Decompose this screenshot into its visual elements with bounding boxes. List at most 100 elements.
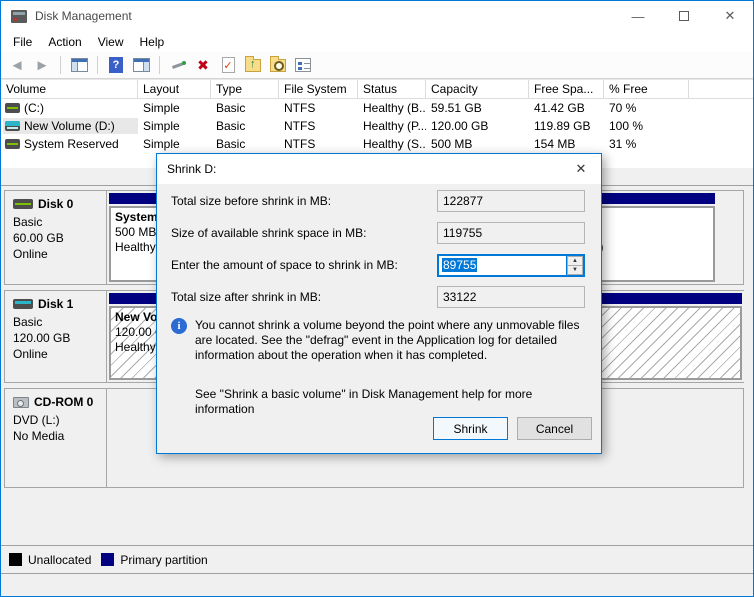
column-header-file-system[interactable]: File System bbox=[279, 80, 358, 98]
maximize-button[interactable] bbox=[661, 1, 707, 31]
disk-name: CD-ROM 0 bbox=[34, 395, 93, 409]
console-tree-icon[interactable] bbox=[69, 56, 89, 75]
unallocated-swatch bbox=[9, 553, 22, 566]
cell-free: 119.89 GB bbox=[529, 119, 604, 133]
dialog-body: Total size before shrink in MB: 122877 S… bbox=[157, 184, 601, 453]
action-pane-icon[interactable] bbox=[131, 56, 151, 75]
field-row-available-space: Size of available shrink space in MB: 11… bbox=[171, 222, 585, 244]
menu-help[interactable]: Help bbox=[132, 33, 173, 51]
table-row-system-reserved[interactable]: System Reserved Simple Basic NTFS Health… bbox=[1, 135, 753, 153]
total-before-field: 122877 bbox=[437, 190, 585, 212]
column-header-pct-free[interactable]: % Free bbox=[604, 80, 689, 98]
table-row-d-selected[interactable]: New Volume (D:) Simple Basic NTFS Health… bbox=[1, 117, 753, 135]
disk1-label-panel[interactable]: Disk 1 Basic 120.00 GB Online bbox=[5, 291, 107, 382]
app-icon bbox=[11, 10, 27, 23]
cell-layout: Simple bbox=[138, 137, 211, 151]
cell-fs: NTFS bbox=[279, 137, 358, 151]
disk-status: Online bbox=[13, 346, 102, 362]
cell-layout: Simple bbox=[138, 119, 211, 133]
menu-action[interactable]: Action bbox=[40, 33, 89, 51]
hdd-icon bbox=[13, 199, 33, 209]
spinner: ▲ ▼ bbox=[566, 256, 583, 275]
cell-layout: Simple bbox=[138, 101, 211, 115]
toolbar-separator bbox=[60, 56, 61, 74]
tasks-icon[interactable] bbox=[293, 56, 313, 75]
disk-status: No Media bbox=[13, 428, 102, 444]
toolbar-separator bbox=[97, 56, 98, 74]
disk-type: Basic bbox=[13, 214, 102, 230]
back-icon[interactable]: ◄ bbox=[7, 56, 27, 75]
cell-fs: NTFS bbox=[279, 101, 358, 115]
menu-file[interactable]: File bbox=[5, 33, 40, 51]
cell-pct-free: 70 % bbox=[604, 101, 689, 115]
shrink-dialog: Shrink D: ✕ Total size before shrink in … bbox=[156, 153, 602, 454]
toolbar: ◄ ► ? ✖ ✓ bbox=[1, 52, 753, 79]
disk-name: Disk 1 bbox=[38, 297, 73, 311]
forward-icon[interactable]: ► bbox=[32, 56, 52, 75]
properties-icon[interactable] bbox=[168, 56, 188, 75]
field-label: Size of available shrink space in MB: bbox=[171, 226, 437, 240]
field-label: Enter the amount of space to shrink in M… bbox=[171, 258, 437, 272]
volume-list-header: Volume Layout Type File System Status Ca… bbox=[1, 80, 753, 99]
cancel-button[interactable]: Cancel bbox=[517, 417, 592, 440]
volume-name: (C:) bbox=[24, 101, 44, 115]
disk-size: 60.00 GB bbox=[13, 230, 102, 246]
cell-pct-free: 100 % bbox=[604, 119, 689, 133]
cell-fs: NTFS bbox=[279, 119, 358, 133]
column-header-filler bbox=[689, 80, 753, 98]
cdrom-icon bbox=[13, 397, 29, 408]
info-block: i You cannot shrink a volume beyond the … bbox=[171, 318, 585, 363]
title-bar: Disk Management — ✕ bbox=[1, 1, 753, 31]
cdrom-label-panel[interactable]: CD-ROM 0 DVD (L:) No Media bbox=[5, 389, 107, 487]
column-header-capacity[interactable]: Capacity bbox=[426, 80, 529, 98]
spin-down-button[interactable]: ▼ bbox=[567, 266, 583, 275]
cell-capacity: 500 MB bbox=[426, 137, 529, 151]
volume-icon bbox=[5, 139, 20, 149]
total-after-field: 33122 bbox=[437, 286, 585, 308]
dialog-title: Shrink D: bbox=[167, 162, 216, 176]
dialog-buttons: Shrink Cancel bbox=[433, 417, 592, 440]
column-header-status[interactable]: Status bbox=[358, 80, 426, 98]
shrink-amount-input[interactable]: 89755 ▲ ▼ bbox=[437, 254, 585, 277]
explore-icon[interactable] bbox=[268, 56, 288, 75]
table-row-c[interactable]: (C:) Simple Basic NTFS Healthy (B... 59.… bbox=[1, 99, 753, 117]
maximize-icon bbox=[679, 11, 689, 21]
menu-view[interactable]: View bbox=[90, 33, 132, 51]
minimize-button[interactable]: — bbox=[615, 1, 661, 31]
cell-type: Basic bbox=[211, 101, 279, 115]
column-header-volume[interactable]: Volume bbox=[1, 80, 138, 98]
available-space-field: 119755 bbox=[437, 222, 585, 244]
volume-icon bbox=[5, 121, 20, 131]
column-header-layout[interactable]: Layout bbox=[138, 80, 211, 98]
folder-up-icon[interactable] bbox=[243, 56, 263, 75]
dialog-close-button[interactable]: ✕ bbox=[561, 154, 601, 184]
info-icon: i bbox=[171, 318, 187, 334]
shrink-button[interactable]: Shrink bbox=[433, 417, 508, 440]
cell-pct-free: 31 % bbox=[604, 137, 689, 151]
column-header-type[interactable]: Type bbox=[211, 80, 279, 98]
field-label: Total size after shrink in MB: bbox=[171, 290, 437, 304]
format-icon[interactable]: ✓ bbox=[218, 56, 238, 75]
cell-status: Healthy (P... bbox=[358, 119, 426, 133]
primary-partition-swatch bbox=[101, 553, 114, 566]
volume-name: New Volume (D:) bbox=[24, 119, 115, 133]
volume-icon bbox=[5, 103, 20, 113]
delete-volume-icon[interactable]: ✖ bbox=[193, 56, 213, 75]
disk-type: Basic bbox=[13, 314, 102, 330]
menu-bar: File Action View Help bbox=[1, 31, 753, 52]
legend-primary-partition: Primary partition bbox=[101, 553, 207, 567]
info-text: You cannot shrink a volume beyond the po… bbox=[195, 318, 585, 363]
close-button[interactable]: ✕ bbox=[707, 1, 753, 31]
field-row-shrink-amount: Enter the amount of space to shrink in M… bbox=[171, 254, 585, 276]
column-header-free-space[interactable]: Free Spa... bbox=[529, 80, 604, 98]
disk-type: DVD (L:) bbox=[13, 412, 102, 428]
partition-name: System Reserved bbox=[115, 210, 162, 225]
legend-bar: Unallocated Primary partition bbox=[1, 545, 753, 573]
status-bar bbox=[1, 573, 753, 596]
help-icon[interactable]: ? bbox=[106, 56, 126, 75]
spin-up-button[interactable]: ▲ bbox=[567, 256, 583, 266]
disk0-label-panel[interactable]: Disk 0 Basic 60.00 GB Online bbox=[5, 191, 107, 284]
selected-value: 89755 bbox=[442, 258, 477, 272]
field-row-total-before: Total size before shrink in MB: 122877 bbox=[171, 190, 585, 212]
disk-size: 120.00 GB bbox=[13, 330, 102, 346]
